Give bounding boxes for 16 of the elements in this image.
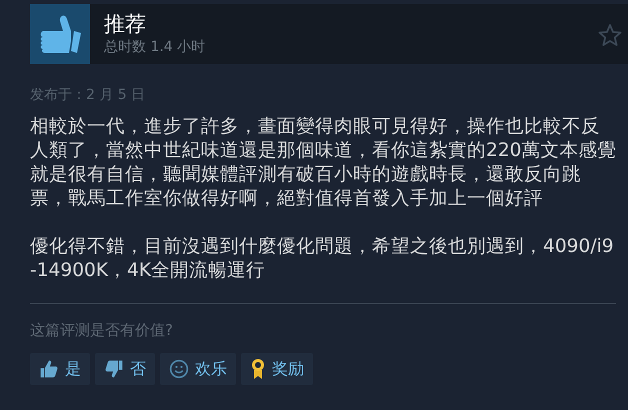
yes-button[interactable]: 是	[30, 353, 90, 385]
star-icon[interactable]	[598, 23, 622, 47]
smiley-icon	[169, 359, 189, 379]
medal-icon	[250, 358, 266, 380]
thumbs-up-icon	[30, 4, 90, 64]
helpful-question: 这篇评测是否有价值?	[30, 320, 174, 340]
review-verdict: 推荐	[104, 11, 147, 37]
playtime-text: 总时数 1.4 小时	[104, 38, 206, 57]
no-button[interactable]: 否	[95, 353, 155, 385]
review-paragraph: 相較於一代，進步了許多，畫面變得肉眼可見得好，操作也比較不反人類了，當然中世紀味道還是那個味道，看你這紮實的220萬文本感覺就是很有自信，聽聞媒體評測有破百小時的遊戲時長，還敢反向跳票，戰馬工作室你做得好啊，絕對值得首發入手加上一個好評	[30, 115, 618, 211]
funny-button[interactable]: 欢乐	[160, 353, 236, 385]
review-paragraph: 優化得不錯，目前沒遇到什麼優化問題，希望之後也別遇到，4090/i9-14900K，4K全開流暢運行	[30, 235, 615, 283]
post-date: 发布于：2 月 5 日	[30, 86, 146, 105]
thumbs-down-icon	[104, 359, 124, 379]
award-button[interactable]: 奖励	[241, 353, 313, 385]
thumbs-up-icon	[39, 359, 59, 379]
